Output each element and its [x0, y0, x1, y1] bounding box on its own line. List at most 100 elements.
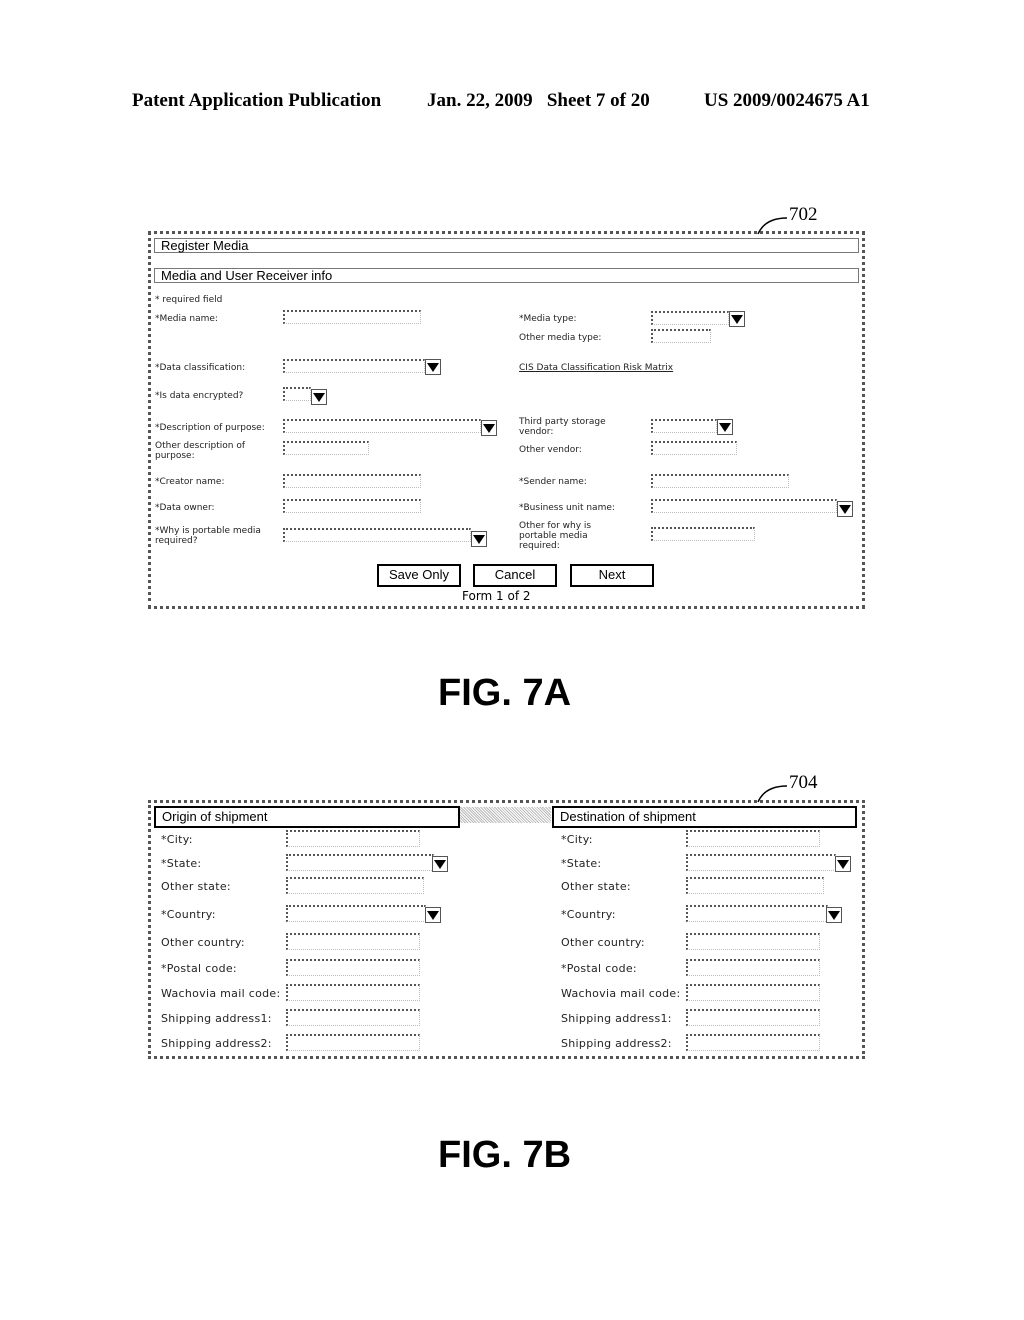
destination-city-input[interactable]: [686, 830, 820, 847]
other-why-label-1: Other for why is: [519, 521, 592, 531]
description-purpose-select[interactable]: [283, 419, 481, 433]
origin-wachovia-mail-code-input[interactable]: [286, 984, 420, 1001]
ref-number-704: 704: [789, 772, 818, 793]
chevron-down-icon[interactable]: [425, 907, 441, 923]
destination-state-label: *State:: [561, 857, 602, 870]
third-party-label-2: vendor:: [519, 427, 554, 437]
why-portable-label-1: *Why is portable media: [155, 526, 261, 536]
destination-city-label: *City:: [561, 833, 593, 846]
origin-other-country-label: Other country:: [161, 936, 245, 949]
other-description-input[interactable]: [283, 441, 369, 455]
other-why-label-3: required:: [519, 541, 560, 551]
sender-name-input[interactable]: [651, 474, 789, 488]
origin-city-label: *City:: [161, 833, 193, 846]
destination-wachovia-mail-code-input[interactable]: [686, 984, 820, 1001]
media-type-label: *Media type:: [519, 314, 577, 324]
sender-name-label: *Sender name:: [519, 477, 587, 487]
chevron-down-icon[interactable]: [425, 359, 441, 375]
origin-title-bar: Origin of shipment: [154, 806, 460, 828]
figure-caption-7a: FIG. 7A: [438, 672, 572, 714]
origin-other-country-input[interactable]: [286, 933, 420, 950]
data-owner-label: *Data owner:: [155, 503, 215, 513]
origin-state-select[interactable]: [286, 854, 434, 871]
creator-name-input[interactable]: [283, 474, 421, 488]
other-vendor-label: Other vendor:: [519, 445, 582, 455]
other-media-type-input[interactable]: [651, 329, 711, 343]
save-only-button[interactable]: Save Only: [377, 564, 461, 587]
chevron-down-icon[interactable]: [471, 531, 487, 547]
third-party-label-1: Third party storage: [519, 417, 606, 427]
origin-other-state-label: Other state:: [161, 880, 231, 893]
other-why-label-2: portable media: [519, 531, 588, 541]
chevron-down-icon[interactable]: [311, 389, 327, 405]
data-classification-label: *Data classification:: [155, 363, 246, 373]
destination-shipping-address1-input[interactable]: [686, 1009, 820, 1026]
other-description-label-1: Other description of: [155, 441, 245, 451]
origin-postal-code-label: *Postal code:: [161, 962, 237, 975]
is-encrypted-select[interactable]: [283, 387, 311, 401]
chevron-down-icon[interactable]: [835, 856, 851, 872]
other-why-input[interactable]: [651, 527, 755, 541]
third-party-select[interactable]: [651, 419, 717, 433]
destination-postal-code-label: *Postal code:: [561, 962, 637, 975]
chevron-down-icon[interactable]: [729, 311, 745, 327]
risk-matrix-link[interactable]: CIS Data Classification Risk Matrix: [519, 363, 673, 373]
destination-other-country-label: Other country:: [561, 936, 645, 949]
destination-other-country-input[interactable]: [686, 933, 820, 950]
destination-shipping-address2-label: Shipping address2:: [561, 1037, 672, 1050]
origin-shipping-address1-label: Shipping address1:: [161, 1012, 272, 1025]
destination-shipping-address1-label: Shipping address1:: [561, 1012, 672, 1025]
media-name-input[interactable]: [283, 310, 421, 324]
origin-shipping-address2-input[interactable]: [286, 1034, 420, 1051]
section-bar: Media and User Receiver info: [154, 268, 859, 283]
destination-shipping-address2-input[interactable]: [686, 1034, 820, 1051]
destination-postal-code-input[interactable]: [686, 959, 820, 976]
description-purpose-label: *Description of purpose:: [155, 423, 265, 433]
chevron-down-icon[interactable]: [837, 501, 853, 517]
destination-country-select[interactable]: [686, 905, 828, 922]
ref-number-702: 702: [789, 204, 818, 225]
publication-title: Patent Application Publication: [132, 90, 382, 111]
other-media-type-label: Other media type:: [519, 333, 602, 343]
origin-other-state-input[interactable]: [286, 877, 424, 894]
destination-wachovia-mail-code-label: Wachovia mail code:: [561, 987, 681, 1000]
data-classification-select[interactable]: [283, 359, 425, 373]
title-bar: Register Media: [154, 238, 859, 253]
required-field-note: * required field: [155, 295, 223, 305]
chevron-down-icon[interactable]: [481, 420, 497, 436]
origin-state-label: *State:: [161, 857, 202, 870]
chevron-down-icon[interactable]: [717, 419, 733, 435]
data-owner-input[interactable]: [283, 499, 421, 513]
patent-number: US 2009/0024675 A1: [704, 90, 870, 111]
origin-postal-code-input[interactable]: [286, 959, 420, 976]
next-button[interactable]: Next: [570, 564, 654, 587]
chevron-down-icon[interactable]: [826, 907, 842, 923]
is-encrypted-label: *Is data encrypted?: [155, 391, 244, 401]
origin-wachovia-mail-code-label: Wachovia mail code:: [161, 987, 281, 1000]
other-vendor-input[interactable]: [651, 441, 737, 455]
destination-other-state-label: Other state:: [561, 880, 631, 893]
destination-title-bar: Destination of shipment: [552, 806, 857, 828]
origin-shipping-address1-input[interactable]: [286, 1009, 420, 1026]
origin-shipping-address2-label: Shipping address2:: [161, 1037, 272, 1050]
creator-name-label: *Creator name:: [155, 477, 225, 487]
other-description-label-2: purpose:: [155, 451, 195, 461]
why-portable-select[interactable]: [283, 528, 471, 542]
origin-country-label: *Country:: [161, 908, 216, 921]
cancel-button[interactable]: Cancel: [473, 564, 557, 587]
business-unit-select[interactable]: [651, 499, 837, 513]
media-type-select[interactable]: [651, 311, 729, 325]
destination-state-select[interactable]: [686, 854, 836, 871]
origin-city-input[interactable]: [286, 830, 420, 847]
form-progress: Form 1 of 2: [462, 589, 531, 603]
chevron-down-icon[interactable]: [432, 856, 448, 872]
header-divider-hatch: [459, 807, 551, 823]
origin-country-select[interactable]: [286, 905, 426, 922]
why-portable-label-2: required?: [155, 536, 198, 546]
shipment-form: Origin of shipment Destination of shipme…: [148, 800, 865, 1059]
destination-other-state-input[interactable]: [686, 877, 824, 894]
media-name-label: *Media name:: [155, 314, 218, 324]
register-media-form: Register Media Media and User Receiver i…: [148, 231, 865, 609]
destination-country-label: *Country:: [561, 908, 616, 921]
figure-caption-7b: FIG. 7B: [438, 1134, 572, 1176]
